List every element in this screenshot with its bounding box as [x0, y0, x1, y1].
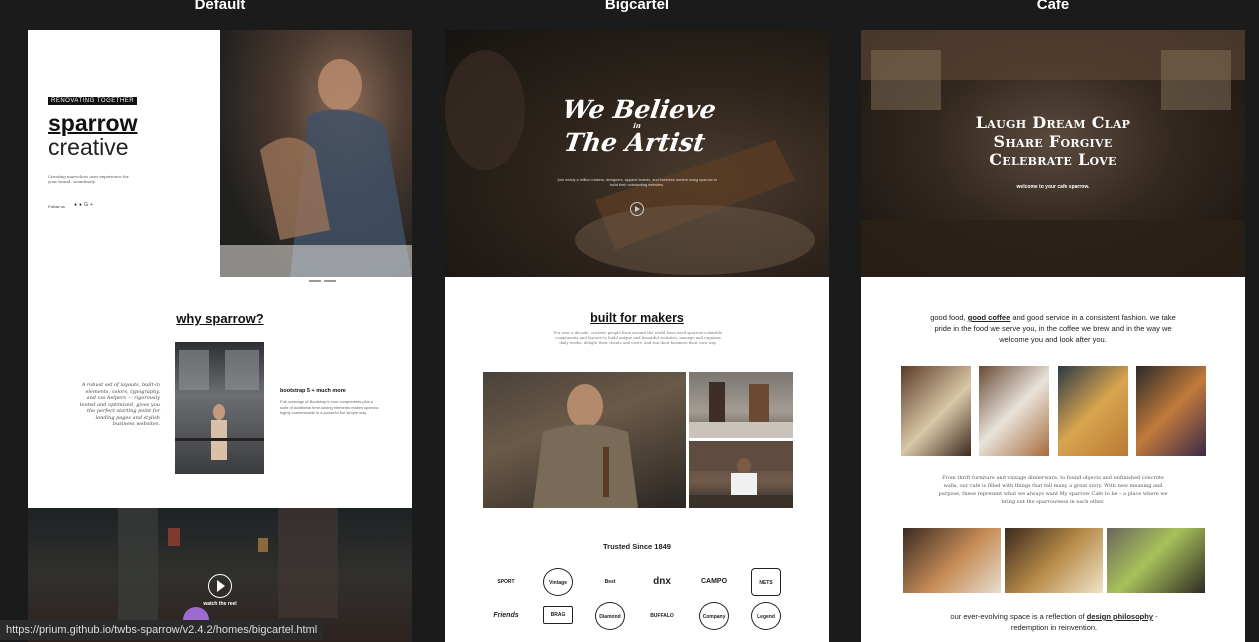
- headline-line-1: We Believe: [560, 95, 718, 124]
- why-sparrow-title: why sparrow?: [176, 311, 264, 326]
- story-text: From thrift furniture and vintage dinner…: [938, 475, 1168, 505]
- why-sparrow-quote: A robust set of layouts, built-in elemen…: [79, 382, 160, 427]
- feature-text: Full coverage of Bootstrap's core compon…: [280, 399, 379, 415]
- man-jacket-photo: [483, 372, 686, 508]
- logo-creative: creative: [48, 134, 129, 160]
- logo-sparrow: sparrow: [48, 110, 138, 136]
- brand-logo: Legend: [751, 602, 781, 630]
- headline-line-1: Laugh Dream Clap: [975, 113, 1131, 132]
- google-plus-icon[interactable]: G+: [84, 202, 95, 208]
- brand-logo: Diamond: [595, 602, 625, 630]
- food-photo-sandwich: [901, 366, 971, 456]
- hero-subtitle: Join nearly a million makers, designers,…: [557, 178, 717, 187]
- brand-logo: SPORT: [497, 579, 515, 585]
- column-title-cafe: Cafe: [1036, 0, 1070, 13]
- section-title: built for makers: [590, 311, 684, 325]
- food-photo-salad: [1107, 528, 1205, 593]
- good-coffee-link[interactable]: good coffee: [968, 313, 1011, 322]
- hero-headline: Laugh Dream Clap Share Forgive Celebrate…: [861, 113, 1245, 170]
- hero-photo-tattoo-artist: [220, 30, 412, 277]
- hero-tag: RENOVATING TOGETHER: [48, 97, 138, 105]
- brand-logo: BUFFALO: [650, 613, 674, 619]
- section-description: For over a decade, creative people from …: [553, 330, 723, 345]
- default-preview-card[interactable]: RENOVATING TOGETHER sparrow creative Cre…: [28, 30, 412, 642]
- brand-logo: Vintage: [543, 568, 573, 596]
- welcome-text: welcome to your cafe sparrow.: [1016, 184, 1090, 190]
- food-photo-quiche: [1005, 528, 1103, 593]
- headline-line-2: Share Forgive: [993, 131, 1113, 151]
- food-photo-nuggets: [1058, 366, 1128, 456]
- food-photo-french-toast: [1136, 366, 1206, 456]
- brand-logo: CAMPO: [700, 578, 728, 585]
- food-photo-drinks: [903, 528, 1001, 593]
- column-title-default: Default: [194, 0, 246, 13]
- headline-line-3: Celebrate Love: [989, 150, 1117, 169]
- brand-logo: dnx: [653, 576, 671, 587]
- column-title-bigcartel: Bigcartel: [604, 0, 670, 13]
- feature-title: bootstrap 5 + much more: [280, 388, 346, 394]
- brand-logo: Company: [699, 602, 729, 630]
- hero-headline: We Believe in The Artist: [445, 95, 829, 157]
- hero-subtitle: Creating marvelous user experience for y…: [48, 174, 129, 184]
- design-philosophy-link[interactable]: design philosophy: [1087, 612, 1153, 621]
- brand-logo: Friends: [493, 612, 519, 619]
- trusted-title: Trusted Since 1849: [603, 542, 671, 551]
- bigcartel-preview-card[interactable]: We Believe in The Artist Join nearly a m…: [445, 30, 829, 642]
- brand-logo: NETS: [751, 568, 781, 596]
- follow-label: Follow us: [48, 204, 65, 209]
- man-sitting-photo: [689, 441, 793, 508]
- watch-reel-label[interactable]: watch the reel: [28, 601, 412, 607]
- cafe-preview-card[interactable]: Laugh Dream Clap Share Forgive Celebrate…: [861, 30, 1245, 642]
- woman-balcony-photo: [175, 342, 264, 474]
- play-reel-button[interactable]: [208, 574, 232, 598]
- status-bar-url: https://prium.github.io/twbs-sparrow/v2.…: [0, 620, 324, 640]
- brand-logo: Best: [604, 579, 616, 585]
- boots-photo: [689, 372, 793, 438]
- headline-line-2: The Artist: [562, 128, 708, 157]
- hero-slider-dots[interactable]: [294, 269, 340, 282]
- outro-text: our ever-evolving space is a reflection …: [931, 611, 1177, 633]
- intro-pre: good food,: [930, 313, 968, 322]
- intro-text: good food, good coffee and good service …: [923, 312, 1183, 345]
- food-photo-burger: [979, 366, 1049, 456]
- social-icons: ●●G+: [74, 202, 95, 208]
- outro-pre: our ever-evolving space is a reflection …: [950, 612, 1087, 621]
- play-icon[interactable]: [630, 202, 644, 216]
- brand-logo: BRAG: [543, 606, 573, 624]
